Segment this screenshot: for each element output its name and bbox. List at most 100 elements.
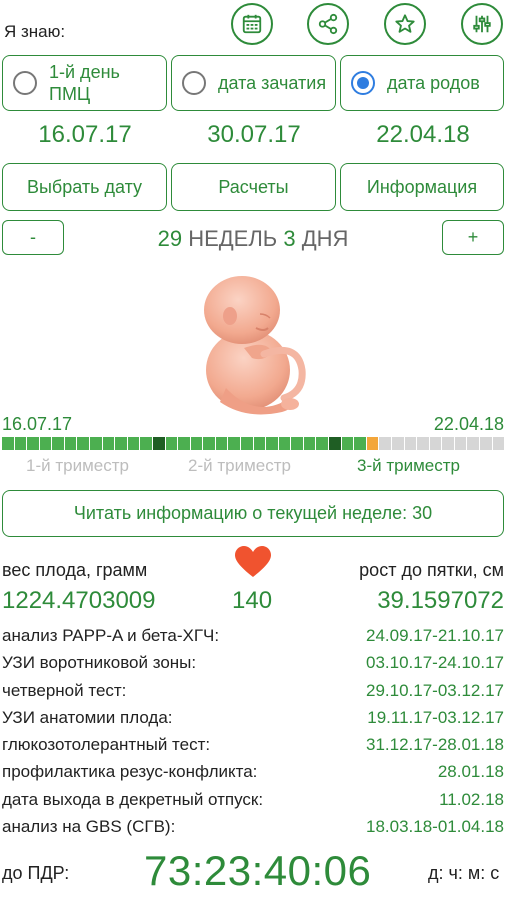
test-row: УЗИ анатомии плода: 19.11.17-03.12.17 — [2, 708, 504, 735]
progress-week-segment — [115, 437, 127, 450]
test-row: УЗИ воротниковой зоны: 03.10.17-24.10.17 — [2, 653, 504, 680]
test-row: анализ на GBS (СГВ): 18.03.18-01.04.18 — [2, 817, 504, 844]
progress-week-segment — [417, 437, 429, 450]
progress-week-segment — [2, 437, 14, 450]
weeks-word: НЕДЕЛЬ — [188, 226, 278, 251]
test-row: профилактика резус-конфликта: 28.01.18 — [2, 762, 504, 789]
progress-week-segment — [341, 437, 354, 450]
test-date-range: 18.03.18-01.04.18 — [365, 817, 504, 837]
last-period-date: 16.07.17 — [38, 121, 132, 148]
test-row: глюкозотолерантный тест: 31.12.17-28.01.1… — [2, 735, 504, 762]
timeline-end-date: 22.04.18 — [433, 414, 504, 434]
progress-week-segment — [203, 437, 215, 450]
progress-week-segment — [64, 437, 77, 450]
trimester-3-label: 3-й триместр — [357, 456, 460, 475]
progress-week-segment — [152, 437, 165, 450]
progress-week-segment — [316, 437, 329, 450]
progress-week-segment — [90, 437, 102, 450]
test-row: анализ PAPP-A и бета-ХГЧ: 24.09.17-21.10.… — [2, 626, 504, 653]
read-current-week-button[interactable]: Читать информацию о текущей неделе: 30 — [2, 490, 504, 537]
minus-button[interactable]: - — [2, 220, 64, 255]
progress-week-segment — [77, 437, 90, 450]
test-date-range: 29.10.17-03.12.17 — [365, 680, 504, 700]
progress-week-segment — [253, 437, 266, 450]
countdown-units: д: ч: м: с — [428, 863, 500, 883]
test-date-range: 24.09.17-21.10.17 — [365, 626, 504, 645]
countdown-label: до ПДР: — [2, 863, 70, 883]
test-name: анализ PAPP-A и бета-ХГЧ: — [2, 626, 220, 645]
option-last-period-label: 1-й день ПМЦ — [49, 62, 120, 104]
progress-week-segment — [52, 437, 64, 450]
countdown-timer: 73:23:40:06 — [144, 847, 372, 894]
progress-week-segment — [278, 437, 291, 450]
progress-week-segment — [329, 437, 341, 450]
calendar-icon — [242, 14, 262, 34]
progress-week-segment — [379, 437, 391, 450]
share-button[interactable] — [307, 3, 349, 45]
tests-schedule-list: анализ PAPP-A и бета-ХГЧ: 24.09.17-21.10.… — [2, 626, 504, 844]
progress-week-segment — [266, 437, 278, 450]
i-know-label: Я знаю: — [4, 22, 66, 41]
fetus-image — [204, 276, 306, 415]
progress-week-segment — [354, 437, 366, 450]
test-name: УЗИ воротниковой зоны: — [2, 653, 197, 673]
progress-week-segment — [102, 437, 115, 450]
plus-button[interactable]: + — [442, 220, 504, 255]
heart-icon — [235, 546, 271, 577]
progress-week-segment — [215, 437, 228, 450]
test-name: четверной тест: — [2, 680, 127, 700]
progress-week-segment — [140, 437, 152, 450]
days-number: 3 — [283, 226, 296, 251]
favorite-button[interactable] — [384, 3, 426, 45]
fetal-height-value: 39.1597072 — [377, 587, 504, 614]
progress-week-segment — [228, 437, 240, 450]
test-date-range: 31.12.17-28.01.18 — [365, 735, 504, 755]
test-date-range: 19.11.17-03.12.17 — [367, 707, 504, 727]
progress-week-segment — [454, 437, 467, 450]
fetal-weight-value: 1224.4703009 — [2, 587, 156, 614]
pregnancy-progress-bar — [2, 437, 505, 450]
progress-week-segment — [14, 437, 27, 450]
progress-week-segment — [479, 437, 492, 450]
progress-week-segment — [27, 437, 39, 450]
test-date-range: 03.10.17-24.10.17 — [365, 653, 504, 673]
radio-conception[interactable] — [182, 71, 206, 95]
option-last-period[interactable]: 1-й день ПМЦ — [2, 55, 167, 111]
option-due-date[interactable]: дата родов — [340, 55, 504, 111]
star-icon — [395, 14, 415, 33]
calendar-button[interactable] — [231, 3, 273, 45]
test-name: УЗИ анатомии плода: — [2, 707, 173, 727]
progress-week-segment — [165, 437, 178, 450]
test-row: дата выхода в декретный отпуск: 11.02.18 — [2, 790, 504, 817]
progress-week-segment — [39, 437, 52, 450]
due-date: 22.04.18 — [376, 121, 470, 148]
progress-week-segment — [240, 437, 253, 450]
days-word: ДНЯ — [301, 226, 349, 251]
progress-week-segment — [404, 437, 417, 450]
option-due-date-label: дата родов — [387, 73, 480, 93]
fetal-weight-label: вес плода, грамм — [2, 560, 148, 580]
progress-week-segment — [303, 437, 316, 450]
progress-week-segment — [429, 437, 442, 450]
test-name: профилактика резус-конфликта: — [2, 762, 258, 782]
progress-week-segment — [467, 437, 479, 450]
settings-button[interactable] — [461, 3, 503, 45]
radio-due-date[interactable] — [351, 71, 375, 95]
pick-date-button[interactable]: Выбрать дату — [2, 163, 167, 211]
conception-date: 30.07.17 — [207, 121, 301, 148]
timeline-start-date: 16.07.17 — [2, 414, 73, 434]
progress-week-segment — [190, 437, 203, 450]
calculations-button[interactable]: Расчеты — [171, 163, 336, 211]
radio-last-period[interactable] — [13, 71, 37, 95]
test-date-range: 11.02.18 — [439, 789, 504, 809]
share-icon — [318, 13, 338, 35]
progress-week-segment — [127, 437, 140, 450]
weeks-display: 29 НЕДЕЛЬ 3 ДНЯ — [100, 226, 406, 252]
information-button[interactable]: Информация — [340, 163, 504, 211]
progress-week-segment — [291, 437, 303, 450]
trimester-2-label: 2-й триместр — [188, 456, 291, 475]
weeks-number: 29 — [157, 226, 183, 251]
test-name: анализ на GBS (СГВ): — [2, 817, 176, 837]
option-conception[interactable]: дата зачатия — [171, 55, 336, 111]
test-date-range: 28.01.18 — [437, 762, 504, 782]
